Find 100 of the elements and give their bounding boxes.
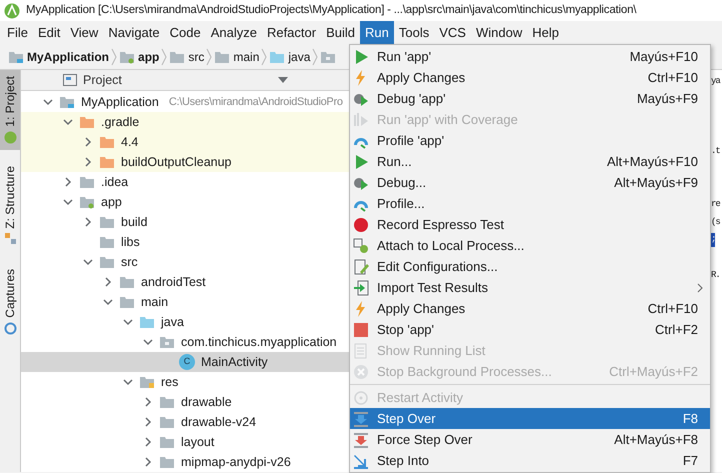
menu-entry[interactable]: Debug... Alt+Mayús+F9 <box>350 172 710 193</box>
menu-entry-label: Run... <box>377 152 413 171</box>
breadcrumb-item[interactable]: main <box>233 48 260 66</box>
tree-row[interactable]: app <box>21 192 349 212</box>
tree-path: C:\Users\mirandma\AndroidStudioPro <box>168 94 343 110</box>
shortcut-label: Mayús+F10 <box>630 48 698 66</box>
menu-entry[interactable]: Record Espresso Test <box>350 214 710 235</box>
class-icon: C <box>179 354 195 370</box>
code-fragment: ya <box>711 75 720 88</box>
tree-label: MainActivity <box>201 354 268 371</box>
tree-row[interactable]: buildOutputCleanup <box>21 152 349 172</box>
menu-entry[interactable]: Run... Alt+Mayús+F10 <box>350 151 710 172</box>
breadcrumb-item[interactable]: java <box>288 48 310 66</box>
menu-entry[interactable]: Edit Configurations... <box>350 256 710 277</box>
tree-label: 4.4 <box>121 134 138 151</box>
menu-entry[interactable]: Attach to Local Process... <box>350 235 710 256</box>
tree-row[interactable]: drawable-v24 <box>21 412 349 432</box>
menu-item[interactable]: Run <box>360 21 394 45</box>
menu-entry[interactable]: Step Into F7 <box>350 450 710 471</box>
tree-row[interactable]: C MainActivity <box>21 352 349 372</box>
tree-label: mipmap-anydpi-v26 <box>181 454 291 471</box>
side-tab[interactable]: Z: Structure <box>0 160 20 252</box>
tree-row[interactable]: build <box>21 212 349 232</box>
tree-label: drawable <box>181 394 232 411</box>
code-fragment: ; <box>711 233 716 247</box>
tree-row[interactable]: libs <box>21 232 349 252</box>
menu-item[interactable]: File <box>2 21 33 45</box>
side-tab[interactable]: Captures <box>0 263 20 342</box>
tree-label: java <box>161 314 184 331</box>
menu-item[interactable]: Build <box>321 21 360 45</box>
menu-item[interactable]: Help <box>527 21 564 45</box>
code-fragment: re <box>711 198 720 212</box>
menu-entry-label: Show Running List <box>377 342 486 360</box>
menu-item[interactable]: Tools <box>394 21 434 45</box>
menu-entry-label: Force Step Over <box>377 430 474 449</box>
shortcut-label: Ctrl+F10 <box>648 68 698 87</box>
tree-label: drawable-v24 <box>181 414 256 431</box>
tree-row[interactable]: layout <box>21 432 349 452</box>
tree-label: .gradle <box>101 114 140 131</box>
side-tab[interactable]: 1: Project <box>0 70 20 150</box>
menu-entry-label: Debug... <box>377 174 428 192</box>
menu-entry[interactable]: Apply Changes Ctrl+F10 <box>350 67 710 88</box>
menu-entry-label: Stop 'app' <box>377 320 436 339</box>
tree-row[interactable]: res <box>21 372 349 392</box>
code-fragment: .t <box>711 145 720 158</box>
tree-row[interactable]: MyApplication C:\Users\mirandma\AndroidStudioPro <box>21 92 349 112</box>
code-fragment: R. <box>711 268 720 282</box>
tree-row[interactable]: drawable <box>21 392 349 412</box>
menu-entry[interactable]: Stop 'app' Ctrl+F2 <box>350 319 710 340</box>
menu-entry-label: Apply Changes <box>377 68 466 87</box>
code-fragment: (s <box>711 216 720 229</box>
menu-entry[interactable]: Apply Changes Ctrl+F10 <box>350 298 710 319</box>
breadcrumb-item[interactable]: MyApplication <box>27 48 110 66</box>
tree-label: layout <box>181 434 214 451</box>
menu-item[interactable]: Analyze <box>206 21 262 45</box>
breadcrumb-item[interactable]: app <box>138 48 160 66</box>
breadcrumb-item[interactable]: src <box>188 48 204 66</box>
tree-row[interactable]: .gradle <box>21 112 349 132</box>
shortcut-label: Alt+Mayús+F8 <box>614 430 698 449</box>
menu-entry-label: Import Test Results <box>377 278 490 297</box>
menu-item[interactable]: Edit <box>32 21 66 45</box>
menu-entry[interactable]: Profile 'app' <box>350 130 710 151</box>
menu-item[interactable]: VCS <box>434 21 471 45</box>
shortcut-label: F7 <box>682 452 698 470</box>
menu-item[interactable]: Refactor <box>262 21 322 45</box>
menu-entry[interactable]: Run 'app' Mayús+F10 <box>350 46 710 67</box>
menu-entry-label: Profile 'app' <box>377 132 446 150</box>
menu-entry[interactable]: Step Over F8 <box>350 408 710 429</box>
tree-row[interactable]: androidTest <box>21 272 349 292</box>
tree-label: app <box>101 194 122 211</box>
menu-item[interactable]: Window <box>470 21 528 45</box>
tree-row[interactable]: mipmap-anydpi-v26 <box>21 452 349 472</box>
tree-label: main <box>141 294 168 311</box>
menu-entry[interactable]: Import Test Results <box>350 277 710 298</box>
menu-item[interactable]: Navigate <box>103 21 165 45</box>
menu-entry-label: Run 'app' <box>377 48 432 66</box>
shortcut-label: Ctrl+F10 <box>648 300 698 318</box>
menu-item[interactable]: View <box>65 21 104 45</box>
window-title: MyApplication [C:\Users\mirandma\AndroidStudioProjects\MyApplication] - ...\app\src\main\java\com\tinchicus\myapplication\ <box>26 2 636 18</box>
menu-entry[interactable]: Force Step Over Alt+Mayús+F8 <box>350 429 710 450</box>
shortcut-label: Ctrl+Mayús+F2 <box>609 362 698 381</box>
menu-entry[interactable]: Debug 'app' Mayús+F9 <box>350 88 710 109</box>
panel-title: Project <box>83 72 122 89</box>
tree-label: build <box>121 214 148 231</box>
menu-entry[interactable]: Profile... <box>350 193 710 214</box>
shortcut-label: Alt+Mayús+F10 <box>606 152 698 171</box>
menu-entry-label: Run 'app' with Coverage <box>377 110 519 129</box>
tree-label: src <box>121 254 138 271</box>
menu-entry-label: Restart Activity <box>377 388 464 407</box>
menu-entry-label: Step Over <box>377 410 437 428</box>
shortcut-label: Mayús+F9 <box>636 90 698 108</box>
tree-row[interactable]: .idea <box>21 172 349 192</box>
menu-entry-label: Attach to Local Process... <box>377 236 526 255</box>
tree-row[interactable]: src <box>21 252 349 272</box>
tree-row[interactable]: com.tinchicus.myapplication <box>21 332 349 352</box>
menu-item[interactable]: Code <box>164 21 206 45</box>
tree-row[interactable]: 4.4 <box>21 132 349 152</box>
menu-entry-label: Edit Configurations... <box>377 258 499 276</box>
tree-row[interactable]: main <box>21 292 349 312</box>
tree-row[interactable]: java <box>21 312 349 332</box>
